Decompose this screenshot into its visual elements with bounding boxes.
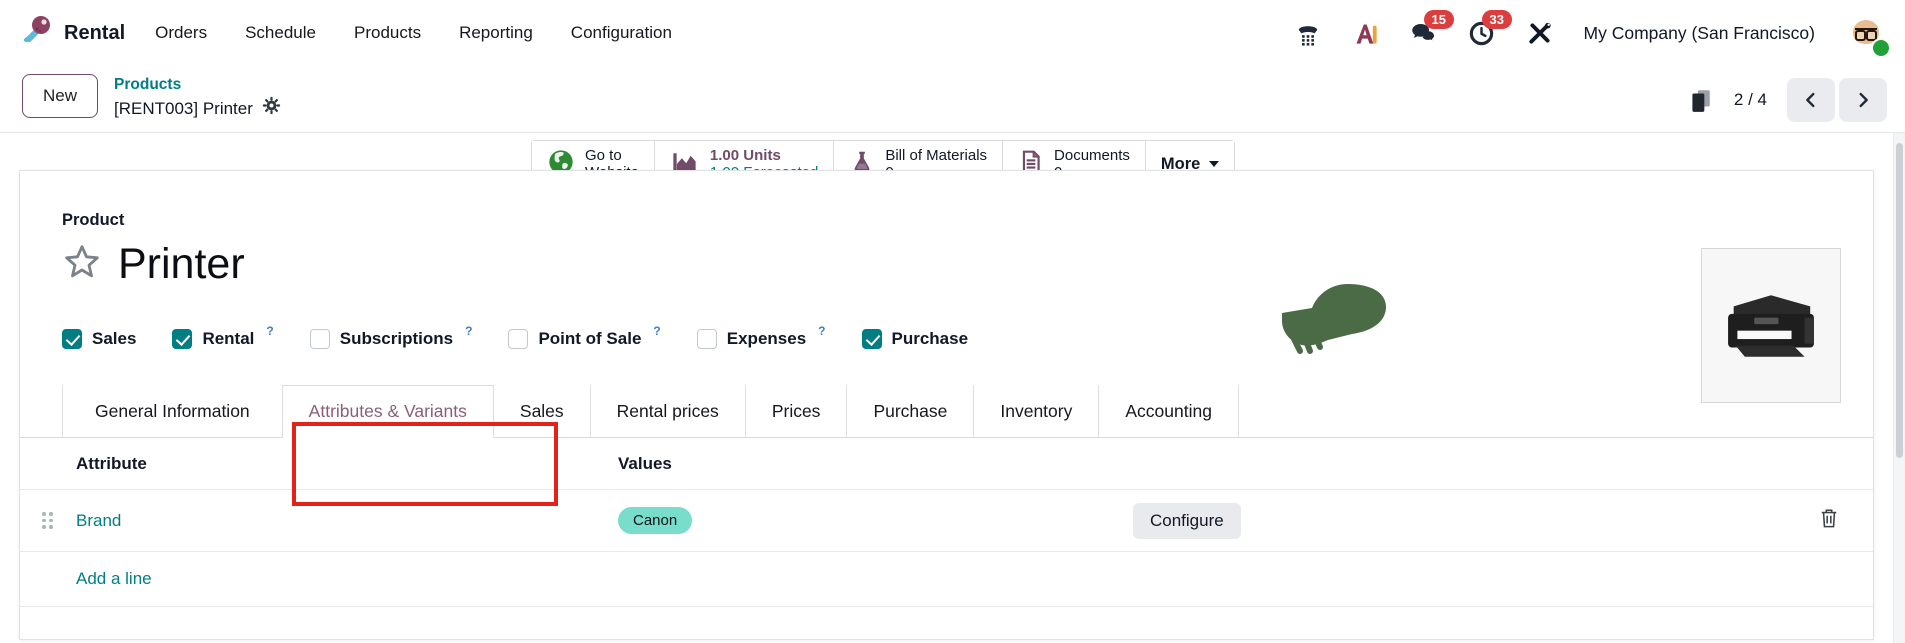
favorite-star-icon[interactable]	[62, 242, 102, 287]
user-avatar[interactable]	[1845, 12, 1891, 58]
checkbox-point-of-sale[interactable]: Point of Sale ?	[508, 324, 661, 350]
bookmark-icon[interactable]	[1686, 86, 1714, 114]
tab-sales[interactable]: Sales	[494, 385, 591, 437]
rental-checkbox-input[interactable]	[172, 329, 193, 349]
add-line-row: Add a line	[20, 552, 1873, 607]
documents-label: Documents	[1054, 147, 1130, 164]
menu-products[interactable]: Products	[354, 23, 421, 43]
breadcrumb-current-record: [RENT003] Printer	[114, 98, 253, 118]
subscriptions-label: Subscriptions	[339, 329, 454, 348]
tools-icon[interactable]	[1526, 19, 1554, 47]
phone-icon[interactable]	[1294, 19, 1322, 47]
checkbox-expenses[interactable]: Expenses ?	[696, 324, 826, 350]
value-tag-canon[interactable]: Canon	[618, 507, 693, 534]
tab-attributes-variants[interactable]: Attributes & Variants	[282, 385, 494, 438]
product-section-label: Product	[62, 211, 125, 229]
menu-configuration[interactable]: Configuration	[571, 23, 672, 43]
activities-clock-icon[interactable]: 33	[1468, 10, 1512, 47]
add-a-line-link[interactable]: Add a line	[76, 569, 152, 589]
notebook-tabs: General Information Attributes & Variant…	[20, 385, 1873, 438]
point-of-sale-checkbox-input[interactable]	[508, 329, 529, 349]
purchase-label: Purchase	[891, 329, 969, 348]
bom-label: Bill of Materials	[885, 147, 988, 164]
odoo-rental-product-page: Rental Orders Schedule Products Reportin…	[0, 0, 1905, 643]
vertical-scrollbar	[1893, 133, 1905, 643]
sales-label: Sales	[92, 329, 137, 348]
tab-prices[interactable]: Prices	[746, 385, 848, 437]
activities-badge: 33	[1481, 10, 1512, 29]
new-button[interactable]: New	[22, 74, 99, 118]
caret-down-icon	[1209, 161, 1220, 167]
menu-orders[interactable]: Orders	[155, 23, 207, 43]
checkbox-subscriptions[interactable]: Subscriptions ?	[309, 324, 472, 350]
breadcrumb: Products [RENT003] Printer	[114, 74, 281, 121]
breadcrumb-products-link[interactable]: Products	[114, 76, 281, 94]
product-type-checkboxes: Sales Rental ? Subscriptions ? Point of …	[62, 324, 1873, 352]
expenses-checkbox-input[interactable]	[696, 329, 717, 349]
menu-schedule[interactable]: Schedule	[245, 23, 316, 43]
expenses-label: Expenses	[726, 329, 807, 348]
sales-checkbox-input[interactable]	[62, 329, 82, 349]
control-bar: New Products [RENT003] Printer Go to 1.0…	[0, 66, 1905, 188]
pager-counter: 2 / 4	[1733, 89, 1767, 109]
attribute-brand-link[interactable]: Brand	[76, 511, 121, 531]
point-of-sale-help-icon[interactable]: ?	[653, 324, 660, 338]
systray: 15 33 My Company (San Francisco)	[1294, 10, 1891, 58]
point-of-sale-label: Point of Sale	[538, 329, 642, 348]
configure-button[interactable]: Configure	[1133, 502, 1241, 539]
pager-previous-button[interactable]	[1787, 77, 1835, 122]
main-menu: Orders Schedule Products Reporting Confi…	[155, 23, 672, 43]
online-status-dot	[1871, 38, 1891, 58]
rental-label: Rental	[202, 329, 255, 348]
rental-key-icon	[18, 13, 54, 54]
checkbox-purchase[interactable]: Purchase	[861, 328, 969, 350]
tab-purchase[interactable]: Purchase	[847, 385, 975, 437]
tab-general-information[interactable]: General Information	[62, 385, 283, 437]
expenses-help-icon[interactable]: ?	[818, 324, 825, 338]
printer-image	[1728, 294, 1814, 357]
tab-accounting[interactable]: Accounting	[1099, 385, 1239, 437]
checkbox-rental[interactable]: Rental ?	[172, 324, 274, 350]
messages-icon[interactable]: 15	[1410, 10, 1454, 47]
attributes-table: Attribute Values Brand Canon Configure A…	[20, 438, 1873, 607]
column-header-attribute: Attribute	[76, 453, 147, 473]
trash-icon[interactable]	[1819, 507, 1839, 534]
tab-rental-prices[interactable]: Rental prices	[591, 385, 746, 437]
units-value: 1.00 Units	[709, 147, 781, 164]
top-navbar: Rental Orders Schedule Products Reportin…	[0, 0, 1905, 66]
tab-inventory[interactable]: Inventory	[974, 385, 1100, 437]
company-switcher[interactable]: My Company (San Francisco)	[1584, 23, 1815, 44]
checkbox-sales[interactable]: Sales	[62, 328, 136, 350]
go-to-website-line1: Go to	[585, 147, 622, 164]
gear-icon[interactable]	[262, 96, 281, 121]
rental-help-icon[interactable]: ?	[266, 324, 273, 338]
messages-badge: 15	[1423, 10, 1454, 29]
product-form-sheet: Product Printer Sales Rental ? Subscript…	[19, 170, 1874, 640]
app-menu-toggle[interactable]: Rental	[18, 13, 125, 54]
app-name: Rental	[64, 21, 126, 44]
menu-reporting[interactable]: Reporting	[459, 23, 533, 43]
product-title-field[interactable]: Printer	[118, 240, 245, 288]
ai-icon[interactable]	[1352, 19, 1380, 47]
drag-handle-icon[interactable]	[42, 512, 53, 529]
purchase-checkbox-input[interactable]	[861, 329, 882, 349]
column-header-values: Values	[618, 453, 672, 473]
pager-next-button[interactable]	[1839, 77, 1887, 122]
scrollbar-thumb[interactable]	[1896, 143, 1903, 458]
table-row-brand: Brand Canon Configure	[20, 490, 1873, 552]
subscriptions-help-icon[interactable]: ?	[465, 324, 472, 338]
product-image-field[interactable]	[1701, 248, 1841, 403]
attributes-table-header: Attribute Values	[20, 438, 1873, 490]
subscriptions-checkbox-input[interactable]	[309, 329, 330, 349]
